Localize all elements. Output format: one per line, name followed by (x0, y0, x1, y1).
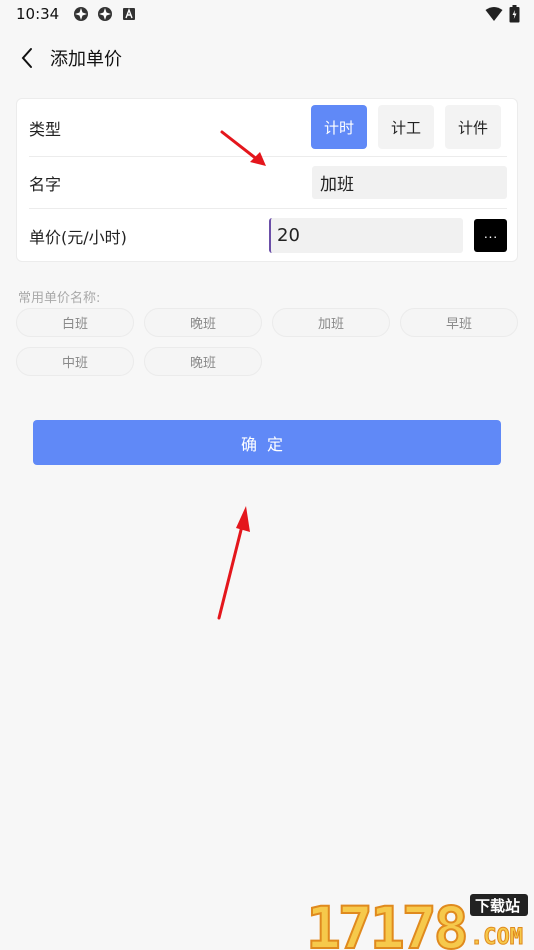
type-option-daywork[interactable]: 计工 (378, 105, 434, 149)
chip-morning-shift[interactable]: 早班 (400, 308, 518, 337)
annotation-arrow-icon (217, 506, 250, 620)
status-left-icons (73, 6, 137, 22)
status-right-icons (485, 5, 520, 27)
type-row: 类型 计时 计工 计件 (29, 99, 507, 157)
name-input[interactable] (312, 166, 507, 199)
price-label: 单价(元/小时) (29, 228, 127, 247)
more-dots-icon: ··· (483, 227, 498, 244)
more-button[interactable]: ··· (474, 219, 507, 252)
a-icon (121, 6, 137, 22)
battery-icon (509, 5, 520, 27)
status-time: 10:34 (16, 5, 60, 23)
name-row: 名字 (29, 157, 507, 209)
price-input[interactable] (269, 218, 463, 253)
app-bar: 添加单价 (0, 36, 534, 80)
type-options: 计时 计工 计件 (311, 105, 501, 149)
type-label: 类型 (29, 119, 62, 139)
chip-middle-shift[interactable]: 中班 (16, 347, 134, 376)
chip-day-shift[interactable]: 白班 (16, 308, 134, 337)
chip-night-shift-2[interactable]: 晚班 (144, 347, 262, 376)
confirm-button[interactable]: 确定 (33, 420, 501, 465)
watermark-site: 下载站 (475, 897, 520, 915)
price-form-card: 类型 计时 计工 计件 名字 单价(元/小时) ··· (16, 98, 518, 262)
watermark-domain: .COM (470, 925, 523, 950)
chip-overtime[interactable]: 加班 (272, 308, 390, 337)
watermark-number: 17178 (306, 894, 466, 950)
wifi-icon (485, 6, 503, 26)
watermark-logo: 17178 下载站 .COM (305, 892, 530, 950)
status-bar: 10:34 (0, 0, 534, 28)
app-icon (73, 6, 89, 22)
type-option-timed[interactable]: 计时 (311, 105, 367, 149)
chip-night-shift[interactable]: 晚班 (144, 308, 262, 337)
back-button[interactable] (4, 36, 50, 80)
page-title: 添加单价 (50, 49, 122, 70)
app-icon (97, 6, 113, 22)
type-option-piecework[interactable]: 计件 (445, 105, 501, 149)
chevron-left-icon (21, 48, 32, 68)
name-label: 名字 (29, 174, 62, 194)
common-names-label: 常用单价名称: (18, 291, 101, 306)
price-row: 单价(元/小时) ··· (29, 209, 507, 263)
